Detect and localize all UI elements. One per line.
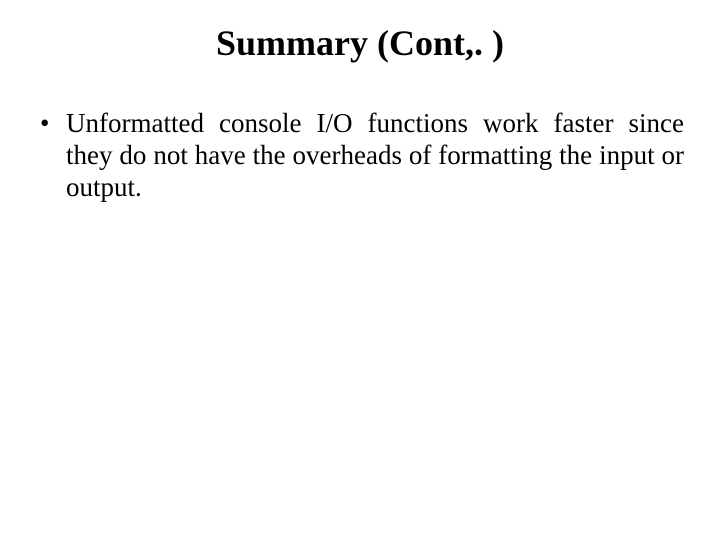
slide: Summary (Cont,. ) Unformatted console I/… <box>0 0 720 540</box>
slide-body: Unformatted console I/O functions work f… <box>36 108 684 204</box>
list-item: Unformatted console I/O functions work f… <box>36 108 684 204</box>
slide-title: Summary (Cont,. ) <box>0 22 720 64</box>
bullet-list: Unformatted console I/O functions work f… <box>36 108 684 204</box>
